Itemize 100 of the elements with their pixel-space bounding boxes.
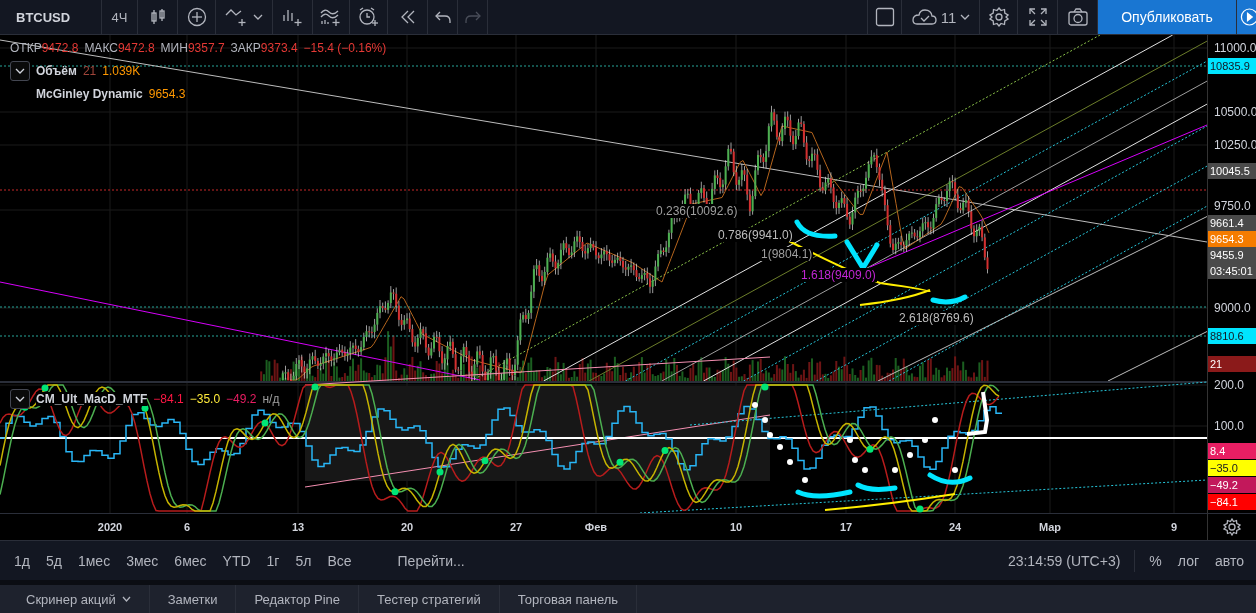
ohlc-label: МАКС (84, 41, 118, 55)
time-label: Фев (584, 521, 608, 533)
time-label: 9 (1170, 521, 1178, 533)
study-name: Объём (36, 64, 77, 78)
plus-circle-icon (186, 7, 207, 27)
range-button[interactable]: 1мес (77, 550, 111, 571)
time-label: 2020 (97, 521, 123, 533)
waves-plus-icon (320, 7, 342, 27)
ohlc-label: ОТКР (10, 41, 42, 55)
range-button[interactable]: 5л (295, 550, 312, 571)
ohlc-label: ЗАКР (230, 41, 261, 55)
cloud-check-icon (910, 8, 937, 26)
line-plus-icon (225, 7, 249, 27)
chevron-down-icon (15, 68, 25, 74)
price-tag: −49.2 (1208, 477, 1256, 493)
price-tag: 03:45:01 (1208, 263, 1256, 279)
go-to-date-button[interactable]: Перейти... (397, 550, 465, 571)
study-name: CM_Ult_MacD_MTF (36, 392, 148, 406)
price-tag: 9661.4 (1208, 215, 1256, 231)
price-tag: 10045.5 (1208, 163, 1256, 179)
time-label: 17 (839, 521, 853, 533)
panel-tab[interactable]: Редактор Pine (236, 585, 360, 613)
log-scale-button[interactable]: лог (1177, 550, 1200, 571)
timezone-button[interactable]: 23:14:59 (UTC+3) (1007, 550, 1121, 571)
time-label: 6 (183, 521, 191, 533)
caret-icon (960, 14, 971, 20)
study-value: −84.1 (153, 392, 184, 406)
collapse-button[interactable] (10, 389, 30, 409)
fib-level-label: 2.618(8769.6) (898, 311, 975, 325)
study-parameter: 21 (82, 64, 97, 78)
auto-scale-button[interactable]: авто (1215, 550, 1244, 571)
interval-button[interactable]: 4Ч (102, 0, 138, 34)
price-tag: 21 (1208, 356, 1256, 372)
rewind-icon (399, 10, 416, 24)
bars-plus-icon (281, 7, 304, 27)
ohlc-value: 9472.8 (117, 41, 155, 55)
axis-label: 9000.0 (1214, 301, 1251, 315)
panel-tab[interactable]: Заметки (149, 585, 237, 613)
axis-label: 11000.0 (1214, 41, 1256, 55)
layout-button[interactable] (867, 0, 902, 34)
publish-button[interactable]: Опубликовать (1098, 0, 1236, 34)
price-tag: −35.0 (1208, 460, 1256, 476)
fib-level-label: 1.618(9409.0) (800, 268, 877, 282)
axis-label: 100.0 (1214, 419, 1245, 433)
time-label: 13 (291, 521, 305, 533)
range-button[interactable]: 6мес (174, 550, 207, 571)
caret-icon (253, 14, 263, 20)
caret-icon (121, 596, 131, 602)
range-button[interactable]: 1д (14, 550, 30, 571)
time-label: 27 (509, 521, 523, 533)
settings-icon (988, 7, 1009, 27)
study-name: McGinley Dynamic (36, 87, 143, 101)
camera-icon (1067, 8, 1088, 26)
axis-label: 200.0 (1214, 378, 1245, 392)
symbol-button[interactable]: BTCUSD (0, 0, 102, 34)
study-value: −35.0 (189, 392, 221, 406)
alarm-clock-plus-icon (357, 7, 380, 27)
price-tag: −84.1 (1208, 494, 1256, 510)
time-label: Мар (1038, 521, 1062, 533)
panel-tab[interactable]: Скринер акций (8, 585, 150, 613)
fib-level-label: 1(9804.1) (760, 247, 814, 261)
collapse-button[interactable] (10, 61, 30, 81)
ohlc-label: МИН (160, 41, 188, 55)
settings-icon (1223, 518, 1241, 536)
time-label: 24 (948, 521, 962, 533)
ohlc-value: 9373.4 (260, 41, 298, 55)
price-tag: 8810.6 (1208, 328, 1256, 344)
price-tag: 10835.9 (1208, 58, 1256, 74)
percent-scale-button[interactable]: % (1149, 550, 1162, 571)
axis-label: 9750.0 (1214, 199, 1251, 213)
play-button[interactable] (1236, 0, 1256, 34)
study-value: 1.039K (102, 64, 141, 78)
axis-label: 10500.0 (1214, 105, 1256, 119)
study-value: 9654.3 (148, 87, 186, 101)
range-button[interactable]: YTD (222, 550, 251, 571)
range-button[interactable]: 3мес (126, 550, 159, 571)
time-label: 10 (729, 521, 743, 533)
redo-icon (464, 10, 481, 24)
candlestick-icon (149, 8, 166, 26)
undo-icon (434, 10, 451, 24)
ohlc-value: 9472.8 (41, 41, 79, 55)
range-button[interactable]: Все (327, 550, 352, 571)
square-icon (874, 7, 895, 27)
range-button[interactable]: 1г (266, 550, 280, 571)
fib-level-label: 0.236(10092.6) (655, 204, 739, 218)
chevron-down-icon (15, 396, 25, 402)
fib-level-label: 0.786(9941.0) (717, 228, 794, 242)
ohlc-value: 9357.7 (187, 41, 225, 55)
study-value: −49.2 (226, 392, 257, 406)
price-change: −15.4 (−0.16%) (303, 41, 387, 55)
range-button[interactable]: 5д (45, 550, 62, 571)
save-layout-button[interactable]: 11 (902, 0, 980, 34)
price-tag: 8.4 (1208, 443, 1256, 459)
panel-tab[interactable]: Тестер стратегий (359, 585, 500, 613)
axis-label: 10250.0 (1214, 138, 1256, 152)
fullscreen-icon (1028, 8, 1047, 26)
panel-tab[interactable]: Торговая панель (499, 585, 638, 613)
price-tag: 9455.9 (1208, 247, 1256, 263)
price-tag: 9654.3 (1208, 231, 1256, 247)
study-value: н/д (262, 392, 280, 406)
